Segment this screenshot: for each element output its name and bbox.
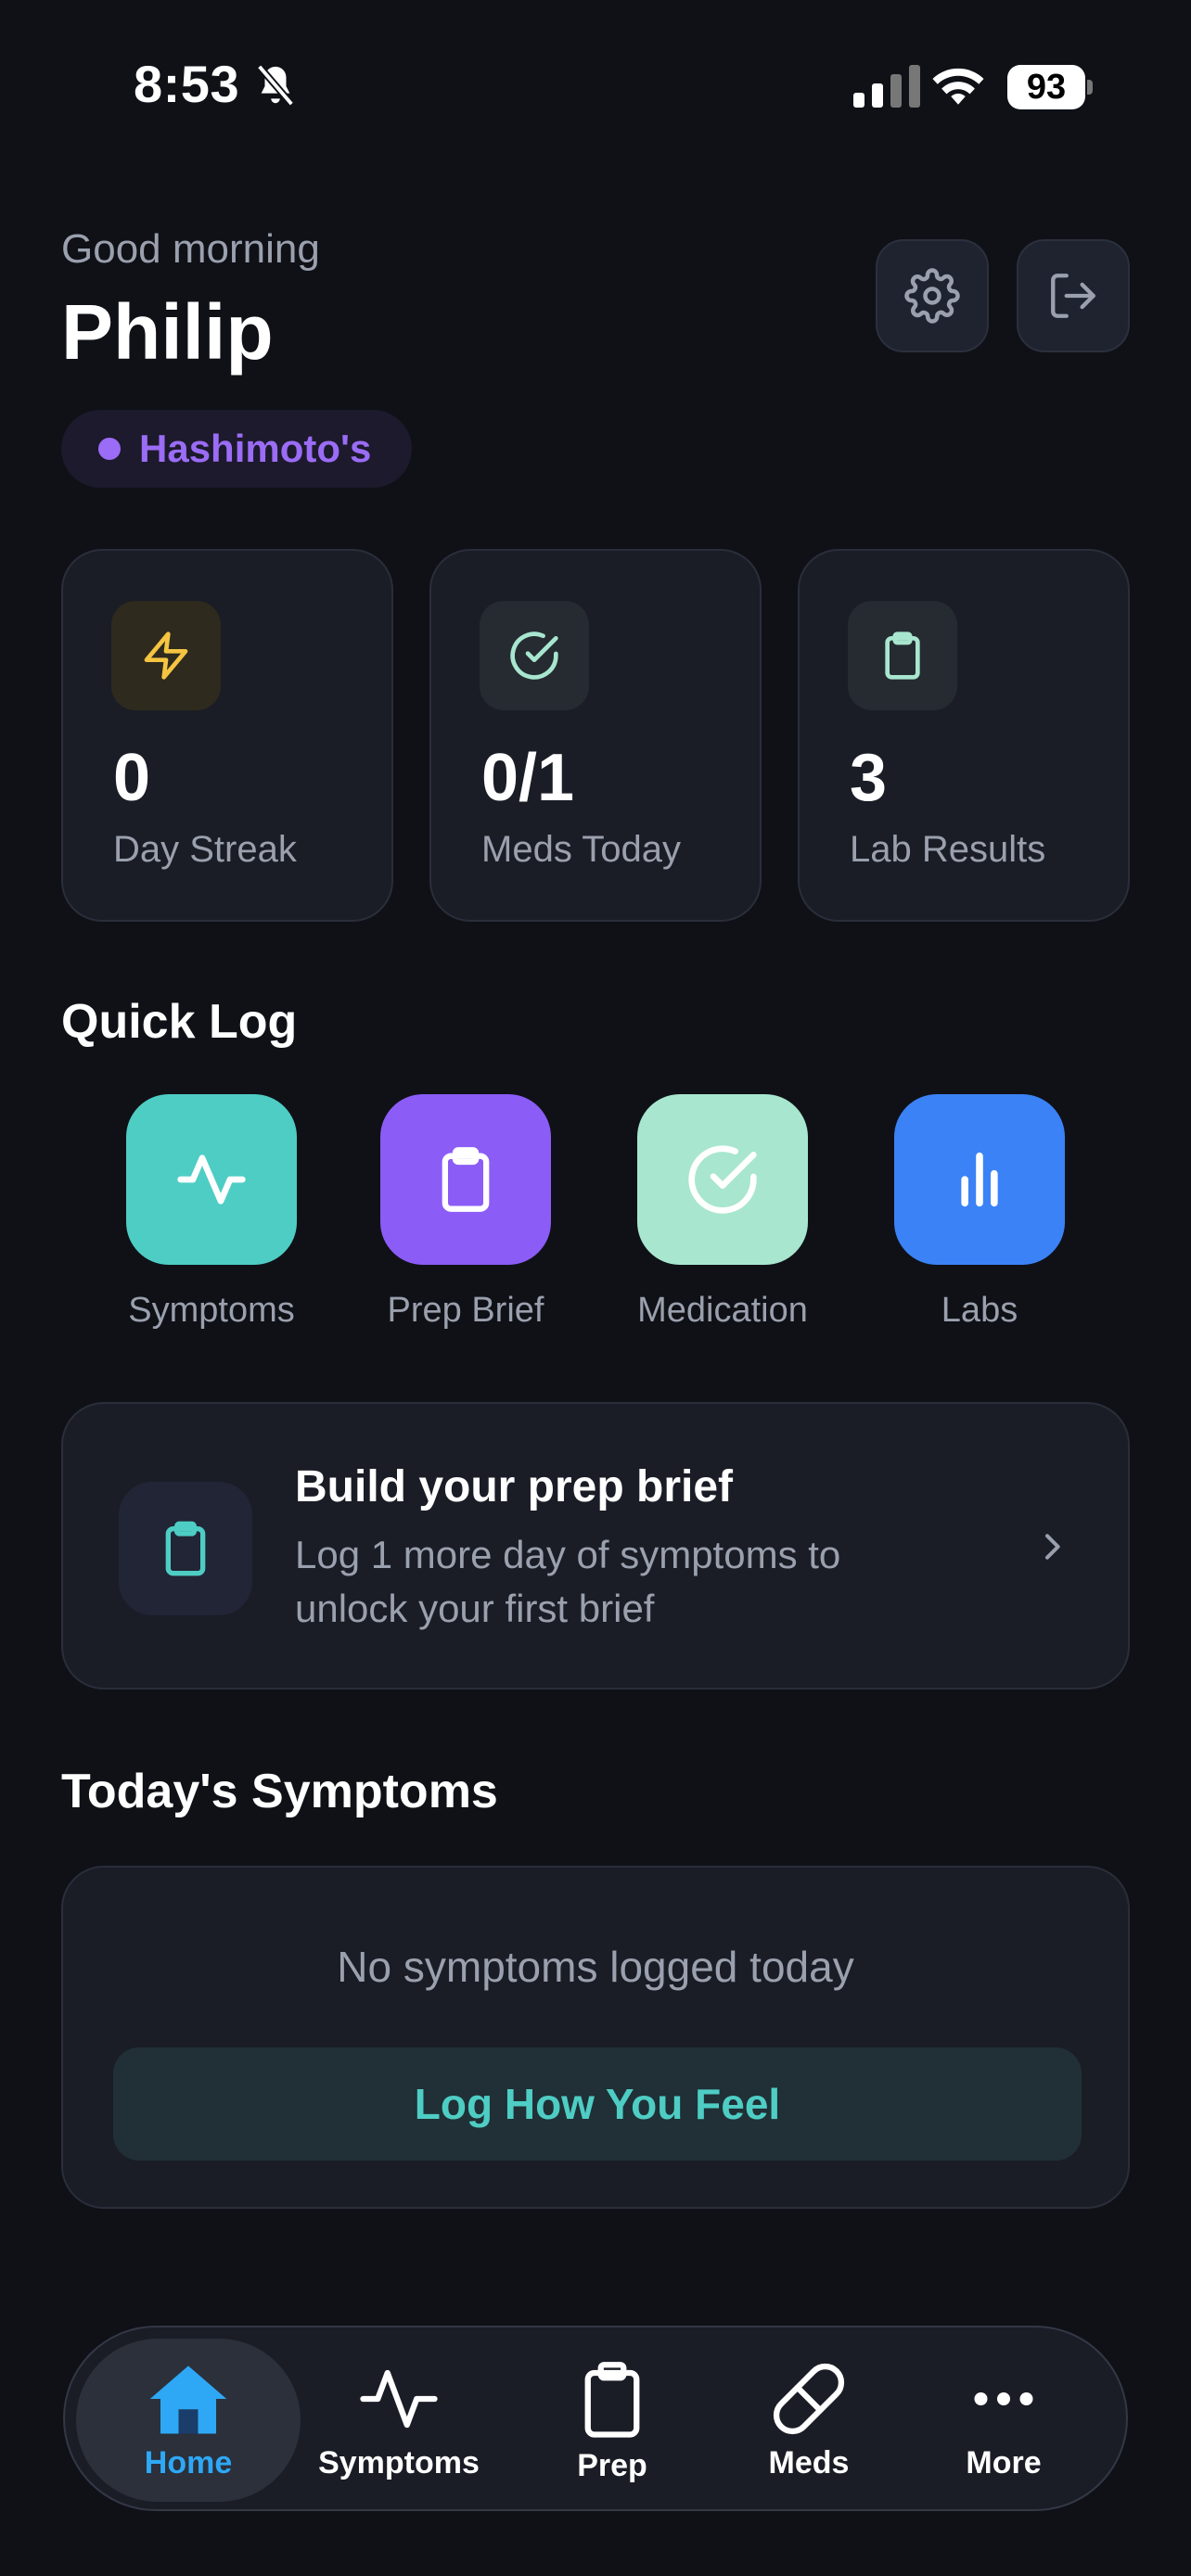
quick-log-tile[interactable] — [894, 1094, 1065, 1265]
cellular-signal-icon — [853, 63, 920, 108]
quick-log-prep-brief[interactable]: Prep Brief — [380, 1094, 551, 1331]
tab-symptoms[interactable]: Symptoms — [304, 2339, 493, 2502]
stat-card-labs[interactable]: 3 Lab Results — [798, 549, 1130, 922]
condition-label: Hashimoto's — [139, 427, 372, 470]
bar-chart-icon — [961, 1152, 998, 1207]
quick-log-labs[interactable]: Labs — [894, 1094, 1065, 1331]
tab-label: Prep — [577, 2447, 647, 2483]
chevron-right-icon — [1033, 1526, 1070, 1567]
tab-more[interactable]: More — [909, 2339, 1098, 2502]
user-name: Philip — [61, 288, 274, 376]
battery-indicator: 93 — [1007, 65, 1085, 109]
pill-icon — [773, 2363, 845, 2434]
check-circle-icon — [688, 1145, 757, 1214]
tab-label: Symptoms — [318, 2444, 480, 2480]
tab-bar: Home Symptoms Prep Meds More — [63, 2326, 1128, 2511]
stat-value: 3 — [850, 741, 888, 815]
gear-icon — [904, 268, 960, 324]
tab-label: More — [966, 2444, 1042, 2480]
stat-value: 0/1 — [481, 741, 575, 815]
clipboard-icon — [442, 1147, 490, 1212]
condition-dot — [98, 438, 121, 460]
more-icon — [974, 2391, 1033, 2405]
quick-log-label: Labs — [941, 1291, 1018, 1330]
quick-log-tile[interactable] — [380, 1094, 551, 1265]
symptoms-card: No symptoms logged today Log How You Fee… — [61, 1866, 1130, 2209]
quick-log-label: Medication — [637, 1291, 808, 1330]
quick-log-symptoms[interactable]: Symptoms — [126, 1094, 297, 1331]
battery-tip — [1087, 80, 1093, 95]
tab-label: Home — [144, 2444, 233, 2480]
banner-subtitle: Log 1 more day of symptoms to unlock you… — [295, 1533, 841, 1630]
quick-log-label: Symptoms — [128, 1291, 295, 1330]
condition-badge: Hashimoto's — [61, 410, 413, 488]
tab-label: Meds — [768, 2444, 850, 2480]
status-time: 8:53 — [134, 55, 240, 113]
pulse-icon — [177, 1154, 246, 1205]
clipboard-icon — [584, 2361, 640, 2438]
stat-card-meds[interactable]: 0/1 Meds Today — [429, 549, 762, 922]
quick-log-title: Quick Log — [61, 995, 298, 1049]
tab-meds[interactable]: Meds — [714, 2339, 903, 2502]
banner-title: Build your prep brief — [295, 1462, 734, 1511]
prep-brief-banner[interactable]: Build your prep brief Log 1 more day of … — [61, 1402, 1130, 1690]
settings-button[interactable] — [876, 239, 989, 352]
todays-symptoms-title: Today's Symptoms — [61, 1765, 498, 1818]
greeting-text: Good morning — [61, 226, 320, 272]
pulse-icon — [360, 2369, 438, 2428]
quick-log-label: Prep Brief — [387, 1291, 544, 1330]
stat-label: Lab Results — [850, 829, 1046, 870]
tab-prep[interactable]: Prep — [518, 2339, 707, 2502]
check-circle-icon — [480, 601, 589, 710]
home-icon — [149, 2365, 227, 2433]
bell-muted-icon — [254, 63, 297, 109]
stat-value: 0 — [113, 741, 151, 815]
quick-log-tile[interactable] — [637, 1094, 808, 1265]
stat-label: Meds Today — [481, 829, 681, 870]
quick-log-medication[interactable]: Medication — [637, 1094, 808, 1331]
log-how-you-feel-button[interactable]: Log How You Feel — [113, 2047, 1082, 2161]
tab-home[interactable]: Home — [76, 2339, 301, 2502]
wifi-icon — [931, 63, 985, 106]
logout-icon — [1051, 274, 1095, 318]
stat-label: Day Streak — [113, 829, 297, 870]
empty-state-text: No symptoms logged today — [337, 1943, 854, 1991]
stat-card-streak[interactable]: 0 Day Streak — [61, 549, 393, 922]
clipboard-icon — [848, 601, 957, 710]
quick-log-tile[interactable] — [126, 1094, 297, 1265]
clipboard-icon — [119, 1482, 252, 1615]
logout-button[interactable] — [1017, 239, 1130, 352]
lightning-icon — [111, 601, 221, 710]
